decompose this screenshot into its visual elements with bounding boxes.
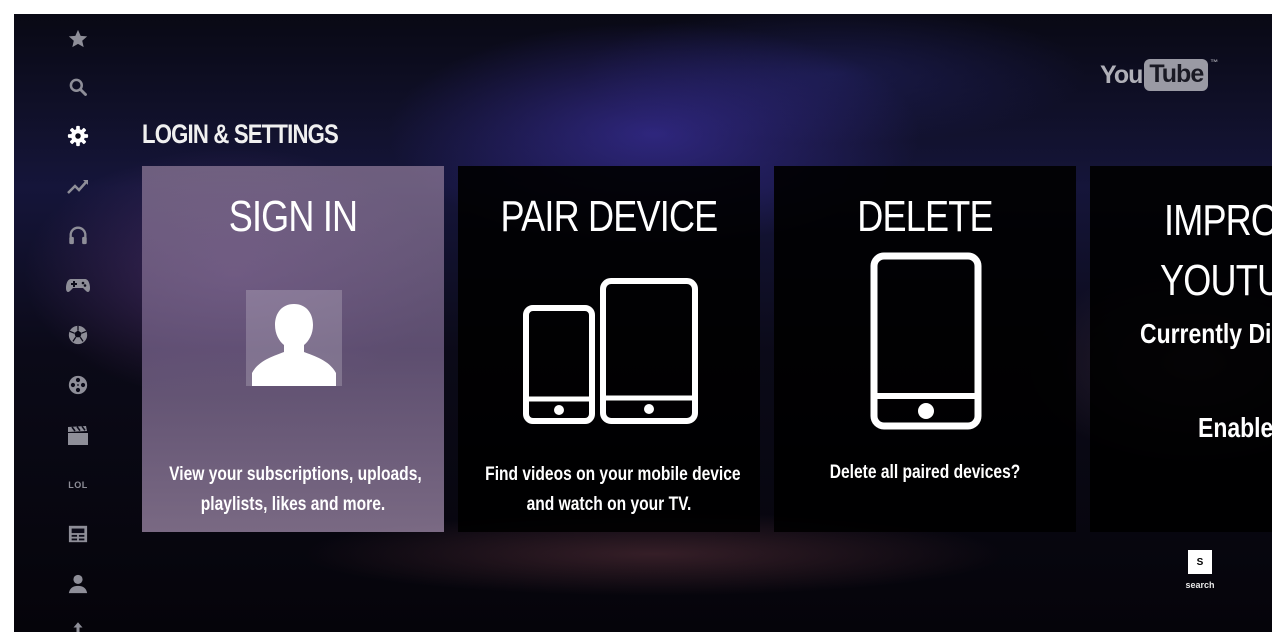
sidebar-item-search[interactable] [62,72,94,102]
sidebar-item-news[interactable] [62,519,94,549]
sign-in-title: SIGN IN [228,192,358,241]
sign-in-desc-line2: playlists, likes and more. [200,494,386,515]
youtube-logo: You Tube ™ [1100,58,1218,92]
tv-screen: LOL You Tube ™ LOGIN & SETTINGS SIGN IN … [14,14,1272,632]
sidebar-item-movies[interactable] [62,370,94,400]
film-reel-icon [68,375,88,395]
user-silhouette-icon [246,290,342,386]
search-key-label: search [1185,580,1215,590]
search-shortcut[interactable]: S search [1185,550,1215,590]
sidebar-item-sports[interactable] [62,320,94,350]
delete-title: DELETE [857,192,993,241]
lol-icon: LOL [68,480,88,490]
search-key: S [1188,550,1212,574]
sidebar-item-music[interactable] [62,220,94,250]
pair-device-card[interactable]: PAIR DEVICE Find videos on your mobile d… [458,166,760,532]
sidebar-item-featured[interactable] [62,24,94,54]
delete-description: Delete all paired devices? [801,458,1049,488]
sidebar-item-trending[interactable] [62,171,94,201]
page-title: LOGIN & SETTINGS [142,119,339,149]
delete-desc-line1: Delete all paired devices? [829,462,1021,483]
user-icon [68,574,88,594]
logo-you: You [1100,60,1143,89]
headphones-icon [69,226,87,245]
gamepad-icon [66,279,90,292]
tablet-phone-icon [523,278,698,424]
improve-title-line1: IMPRO [1164,196,1272,245]
search-icon [69,78,87,96]
improve-title-line2: YOUTU [1160,256,1272,305]
upload-icon [73,622,83,632]
sidebar-item-comedy[interactable]: LOL [62,470,94,500]
sign-in-description: View your subscriptions, uploads, playli… [169,460,422,520]
sign-in-desc-line1: View your subscriptions, uploads, [169,464,422,485]
pair-device-description: Find videos on your mobile device and wa… [485,460,741,520]
star-icon [68,29,88,48]
gear-icon [67,125,89,147]
logo-tube: Tube [1144,59,1209,91]
delete-card[interactable]: DELETE Delete all paired devices? [774,166,1076,532]
sidebar-item-upload[interactable] [62,614,94,632]
improve-status: Currently Di [1140,318,1272,349]
sidebar-item-shows[interactable] [62,420,94,450]
improve-youtube-card[interactable]: IMPRO YOUTU Currently Di Enable [1090,166,1272,532]
sign-in-card[interactable]: SIGN IN View your subscriptions, uploads… [142,166,444,532]
improve-enable-button[interactable]: Enable [1198,412,1272,444]
sidebar-nav: LOL [14,14,144,632]
pair-device-title: PAIR DEVICE [500,192,719,241]
sidebar-item-account[interactable] [62,569,94,599]
logo-trademark: ™ [1210,58,1218,67]
news-icon [68,525,88,543]
sidebar-item-settings[interactable] [62,121,94,151]
soccer-ball-icon [68,325,88,345]
pair-device-desc-line1: Find videos on your mobile device [485,464,741,485]
clapperboard-icon [68,425,88,445]
phone-icon [870,252,982,430]
trending-icon [67,180,88,194]
sidebar-item-gaming[interactable] [62,270,94,300]
pair-device-desc-line2: and watch on your TV. [526,494,692,515]
